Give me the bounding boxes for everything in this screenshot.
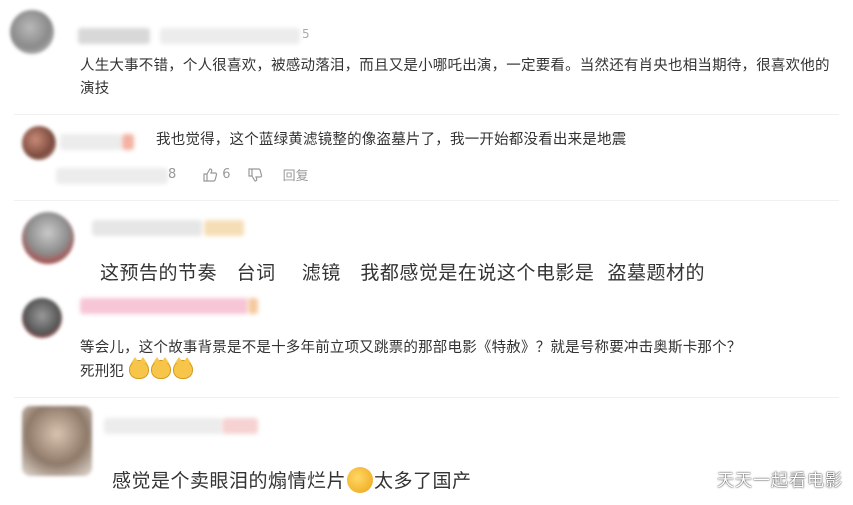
comment-2: 我也觉得，这个蓝绿黄滤镜整的像盗墓片了，我一开始都没看出来是地震 8 6 回复 (0, 118, 853, 198)
username-blurred[interactable] (92, 220, 202, 236)
cat-emoji-icon (128, 357, 149, 379)
thumbs-up-icon (203, 167, 218, 182)
username-blurred[interactable] (80, 298, 248, 314)
like-count: 6 (222, 167, 231, 182)
divider (14, 200, 839, 201)
user-badge-blurred (222, 418, 258, 434)
comment-text: 感觉是个卖眼泪的煽情烂片 太多了国产 (112, 467, 812, 493)
comment-actions: 8 6 回复 (168, 165, 309, 184)
comment-3: 这预告的节奏 台词 滤镜 我都感觉是在说这个电影是 盗墓题材的 (0, 204, 853, 294)
avatar[interactable] (22, 406, 92, 476)
avatar[interactable] (22, 298, 62, 338)
timestamp-blurred (56, 168, 168, 184)
avatar[interactable] (22, 126, 56, 160)
comment-text: 人生大事不错，个人很喜欢，被感动落泪，而且又是小哪吒出演，一定要看。当然还有肖央… (80, 58, 830, 97)
username-partial-text: 5 (302, 27, 310, 41)
comment-text-line1: 等会儿，这个故事背景是不是十多年前立项又跳票的那部电影《特赦》？就是号称要冲击奥… (80, 340, 742, 356)
cat-emoji-icon (150, 357, 171, 379)
username-blurred[interactable] (104, 418, 222, 434)
timestamp-partial-text: 8 (168, 167, 177, 182)
cat-emoji-icon (172, 357, 193, 379)
avatar[interactable] (22, 212, 74, 264)
user-badge-blurred (122, 134, 134, 150)
username-blurred[interactable] (78, 28, 150, 44)
thumbs-down-icon (247, 167, 262, 182)
like-button[interactable]: 6 (202, 167, 231, 183)
user-badge-blurred (248, 298, 258, 314)
comment-text-line2: 死刑犯 (80, 364, 125, 380)
comment-4: 等会儿，这个故事背景是不是十多年前立项又跳票的那部电影《特赦》？就是号称要冲击奥… (0, 292, 853, 392)
comment-text: 这预告的节奏 台词 滤镜 我都感觉是在说这个电影是 盗墓题材的 (100, 262, 705, 284)
comment-text: 我也觉得，这个蓝绿黄滤镜整的像盗墓片了，我一开始都没看出来是地震 (156, 132, 627, 148)
pick-nose-emoji-icon (347, 467, 374, 493)
comment-text: 等会儿，这个故事背景是不是十多年前立项又跳票的那部电影《特赦》？就是号称要冲击奥… (80, 337, 845, 384)
comment-text-before: 感觉是个卖眼泪的煽情烂片 (112, 470, 347, 492)
reply-button[interactable]: 回复 (283, 165, 309, 184)
divider (14, 114, 839, 115)
user-badge-blurred (204, 220, 244, 236)
comment-1: 5 人生大事不错，个人很喜欢，被感动落泪，而且又是小哪吒出演，一定要看。当然还有… (0, 0, 853, 112)
username-meta-blurred (160, 28, 300, 44)
comment-text-after: 太多了国产 (374, 470, 472, 492)
username-blurred[interactable] (60, 134, 122, 150)
avatar[interactable] (10, 10, 54, 54)
divider (14, 397, 839, 398)
dislike-button[interactable] (247, 167, 263, 183)
watermark: 天天一起看电影 (717, 471, 843, 491)
